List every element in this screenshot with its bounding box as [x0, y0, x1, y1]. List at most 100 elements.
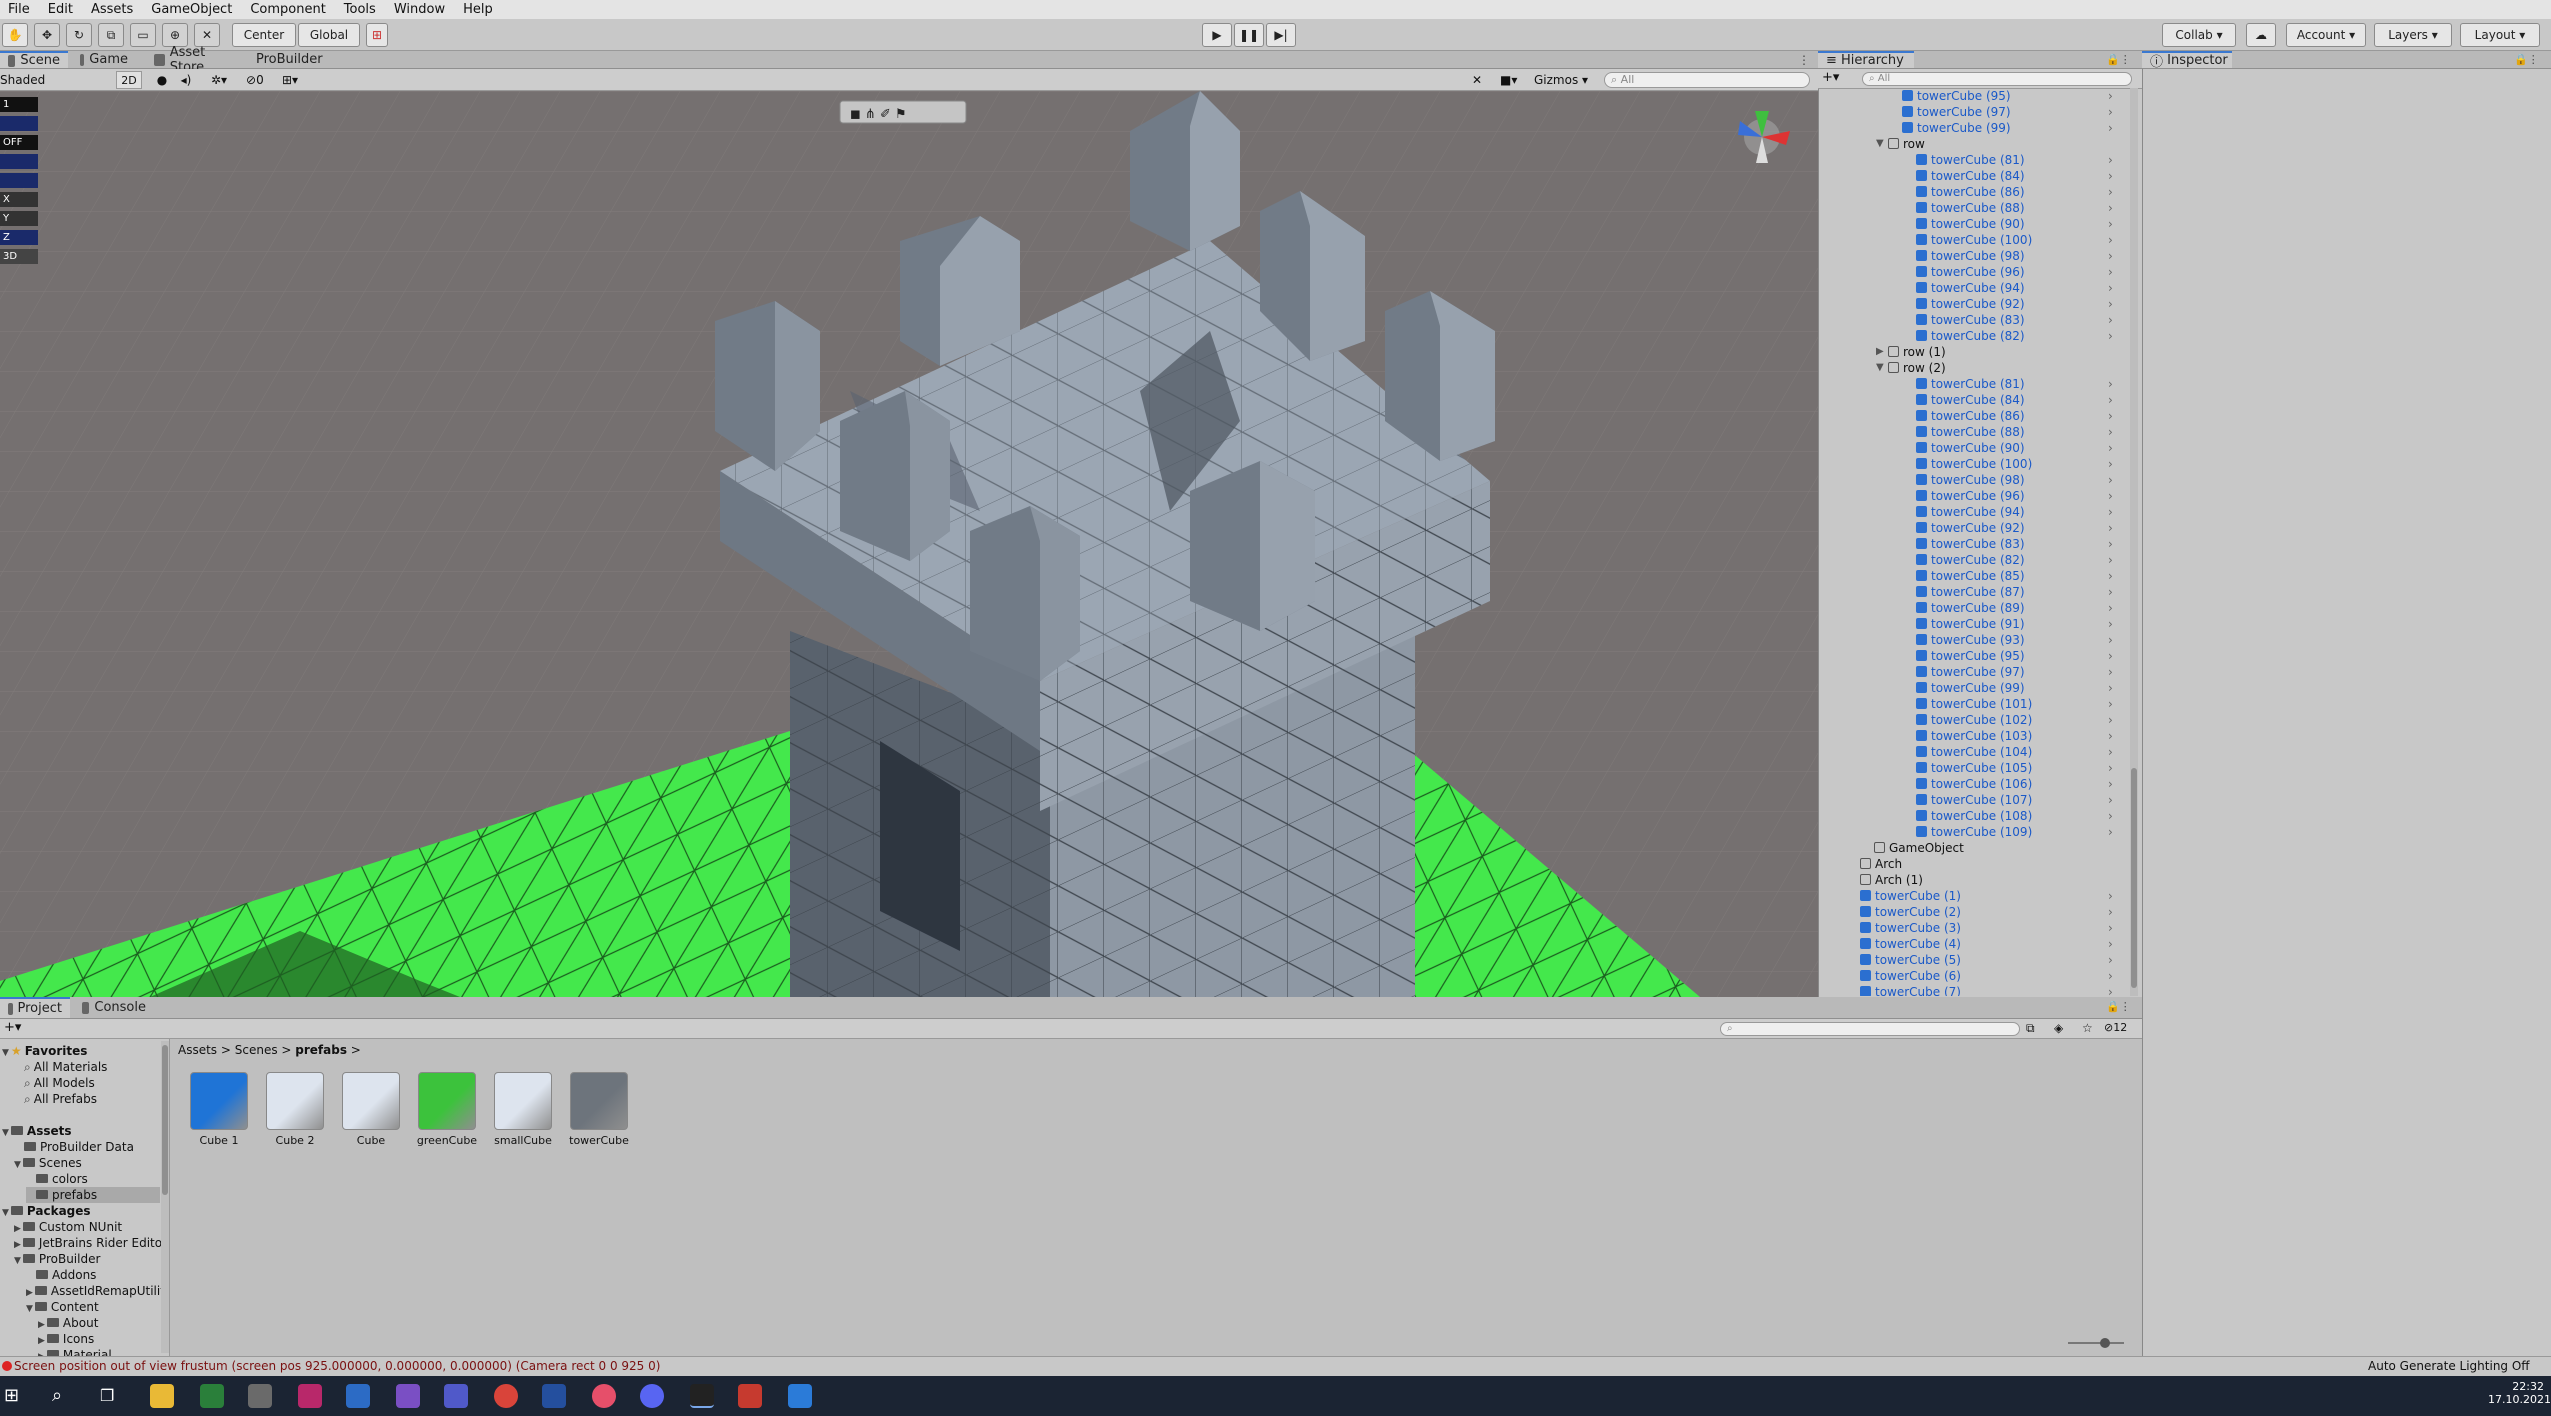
project-tree-item[interactable]: ▶Material	[38, 1347, 160, 1356]
app-red-icon[interactable]	[738, 1384, 762, 1408]
open-prefab-chevron-icon[interactable]: ›	[2108, 504, 2113, 520]
effects-dropdown[interactable]: ✲▾	[204, 71, 234, 89]
store-icon[interactable]	[346, 1384, 370, 1408]
scene-viewport[interactable]: ◼ ⋔ ✐ ⚑ 1 OFF X Y Z 3D	[0, 91, 1818, 997]
scene-search-input[interactable]: ⌕ All	[1604, 72, 1810, 88]
layout-dropdown[interactable]: Layout ▾	[2460, 23, 2540, 47]
pause-button[interactable]: ❚❚	[1234, 23, 1264, 47]
hidden-objects-toggle[interactable]: ⊘0	[246, 71, 278, 89]
open-prefab-chevron-icon[interactable]: ›	[2108, 392, 2113, 408]
2d-toggle[interactable]: 2D	[116, 71, 142, 89]
open-prefab-chevron-icon[interactable]: ›	[2108, 632, 2113, 648]
hierarchy-search-input[interactable]: ⌕ All	[1862, 72, 2132, 86]
menu-help[interactable]: Help	[455, 2, 503, 17]
visual-studio-icon[interactable]	[396, 1384, 420, 1408]
hierarchy-item[interactable]: towerCube (82)	[1916, 328, 2025, 344]
open-prefab-chevron-icon[interactable]: ›	[2108, 680, 2113, 696]
rect-tool-button[interactable]: ▭	[130, 23, 156, 47]
project-search-input[interactable]: ⌕	[1720, 1022, 2020, 1036]
unity-hub-icon[interactable]	[248, 1384, 272, 1408]
tree-arrow-icon[interactable]: ▼	[2, 1128, 9, 1138]
open-prefab-chevron-icon[interactable]: ›	[2108, 952, 2113, 968]
open-prefab-chevron-icon[interactable]: ›	[2108, 232, 2113, 248]
project-tree-item[interactable]: ▼ Packages	[2, 1203, 160, 1219]
project-tree-item[interactable]: ⌕ All Models	[14, 1075, 160, 1091]
move-tool-button[interactable]: ✥	[34, 23, 60, 47]
hierarchy-item[interactable]: ▼ row (2)	[1876, 360, 1946, 376]
tree-arrow-icon[interactable]: ▼	[14, 1256, 21, 1266]
hierarchy-item[interactable]: towerCube (92)	[1916, 520, 2025, 536]
hierarchy-item[interactable]: towerCube (100)	[1916, 456, 2032, 472]
hierarchy-item[interactable]: towerCube (84)	[1916, 392, 2025, 408]
tree-arrow-icon[interactable]: ▼	[2, 1048, 9, 1058]
hierarchy-item[interactable]: towerCube (1)	[1860, 888, 1961, 904]
open-prefab-chevron-icon[interactable]: ›	[2108, 568, 2113, 584]
hierarchy-item[interactable]: towerCube (94)	[1916, 280, 2025, 296]
create-dropdown[interactable]: +▾	[1822, 70, 1839, 85]
overlay-toggle[interactable]	[0, 116, 38, 131]
open-prefab-chevron-icon[interactable]: ›	[2108, 744, 2113, 760]
chrome-icon[interactable]	[494, 1384, 518, 1408]
open-prefab-chevron-icon[interactable]: ›	[2108, 776, 2113, 792]
open-prefab-chevron-icon[interactable]: ›	[2108, 920, 2113, 936]
open-prefab-chevron-icon[interactable]: ›	[2108, 168, 2113, 184]
open-prefab-chevron-icon[interactable]: ›	[2108, 216, 2113, 232]
rotate-tool-button[interactable]: ↻	[66, 23, 92, 47]
project-create-dropdown[interactable]: +▾	[4, 1020, 21, 1035]
grid-dropdown[interactable]: ⊞▾	[282, 71, 314, 89]
overlay-toggle[interactable]: Z	[0, 230, 38, 245]
hierarchy-item[interactable]: towerCube (109)	[1916, 824, 2032, 840]
project-tree-item[interactable]: ⌕ All Prefabs	[14, 1091, 160, 1107]
open-prefab-chevron-icon[interactable]: ›	[2108, 888, 2113, 904]
search-icon[interactable]: ⌕	[52, 1384, 76, 1408]
hierarchy-item[interactable]: towerCube (97)	[1916, 664, 2025, 680]
hierarchy-item[interactable]: towerCube (89)	[1916, 600, 2025, 616]
tab-probuilder[interactable]: ProBuilder	[248, 51, 332, 68]
open-prefab-chevron-icon[interactable]: ›	[2108, 536, 2113, 552]
lock-icon[interactable]: 🔒⋮	[2106, 53, 2131, 66]
open-prefab-chevron-icon[interactable]: ›	[2108, 936, 2113, 952]
tab-console[interactable]: Console	[74, 997, 154, 1018]
hierarchy-item[interactable]: towerCube (94)	[1916, 504, 2025, 520]
hierarchy-item[interactable]: GameObject	[1874, 840, 1964, 856]
hierarchy-item[interactable]: towerCube (86)	[1916, 408, 2025, 424]
hand-tool-button[interactable]: ✋	[2, 23, 28, 47]
music-icon[interactable]	[592, 1384, 616, 1408]
spreadsheet-icon[interactable]	[200, 1384, 224, 1408]
scale-tool-button[interactable]: ⧉	[98, 23, 124, 47]
collapse-arrow-icon[interactable]: ▶	[1876, 344, 1884, 360]
project-tree-item[interactable]: ProBuilder Data	[14, 1139, 160, 1155]
project-tree-item[interactable]: ▼ ProBuilder	[14, 1251, 160, 1267]
menu-file[interactable]: File	[0, 2, 40, 17]
open-prefab-chevron-icon[interactable]: ›	[2108, 296, 2113, 312]
clock[interactable]: 22:32 17.10.2021	[2488, 1380, 2551, 1406]
project-tree-scrollbar[interactable]	[161, 1041, 169, 1353]
project-tree-scroll-thumb[interactable]	[162, 1045, 168, 1195]
hierarchy-item[interactable]: towerCube (98)	[1916, 248, 2025, 264]
hierarchy-item[interactable]: towerCube (104)	[1916, 744, 2032, 760]
status-message[interactable]: Screen position out of view frustum (scr…	[14, 1357, 660, 1376]
tab-project[interactable]: Project	[0, 997, 70, 1018]
play-button[interactable]: ▶	[1202, 23, 1232, 47]
asset-item[interactable]: Cube	[338, 1072, 404, 1147]
hierarchy-item[interactable]: towerCube (4)	[1860, 936, 1961, 952]
project-tree-item[interactable]: ▶ JetBrains Rider Editor	[14, 1235, 167, 1251]
filter-type-button[interactable]: ⧉	[2026, 1021, 2035, 1036]
hierarchy-item[interactable]: towerCube (98)	[1916, 472, 2025, 488]
hierarchy-item[interactable]: towerCube (90)	[1916, 216, 2025, 232]
asset-item[interactable]: Cube 1	[186, 1072, 252, 1147]
menu-edit[interactable]: Edit	[40, 2, 83, 17]
open-prefab-chevron-icon[interactable]: ›	[2108, 968, 2113, 984]
breadcrumb-scenes[interactable]: Scenes	[235, 1043, 278, 1057]
hierarchy-item[interactable]: ▼ row	[1876, 136, 1925, 152]
hierarchy-item[interactable]: towerCube (101)	[1916, 696, 2032, 712]
hierarchy-item[interactable]: towerCube (108)	[1916, 808, 2032, 824]
open-prefab-chevron-icon[interactable]: ›	[2108, 648, 2113, 664]
expand-arrow-icon[interactable]: ▼	[1876, 360, 1884, 376]
jetbrains-icon[interactable]	[298, 1384, 322, 1408]
tools-toggle[interactable]: ✕	[1472, 71, 1490, 89]
hierarchy-item[interactable]: towerCube (99)	[1916, 680, 2025, 696]
hierarchy-item[interactable]: towerCube (88)	[1916, 200, 2025, 216]
menu-gameobject[interactable]: GameObject	[143, 2, 242, 17]
open-prefab-chevron-icon[interactable]: ›	[2108, 984, 2113, 996]
